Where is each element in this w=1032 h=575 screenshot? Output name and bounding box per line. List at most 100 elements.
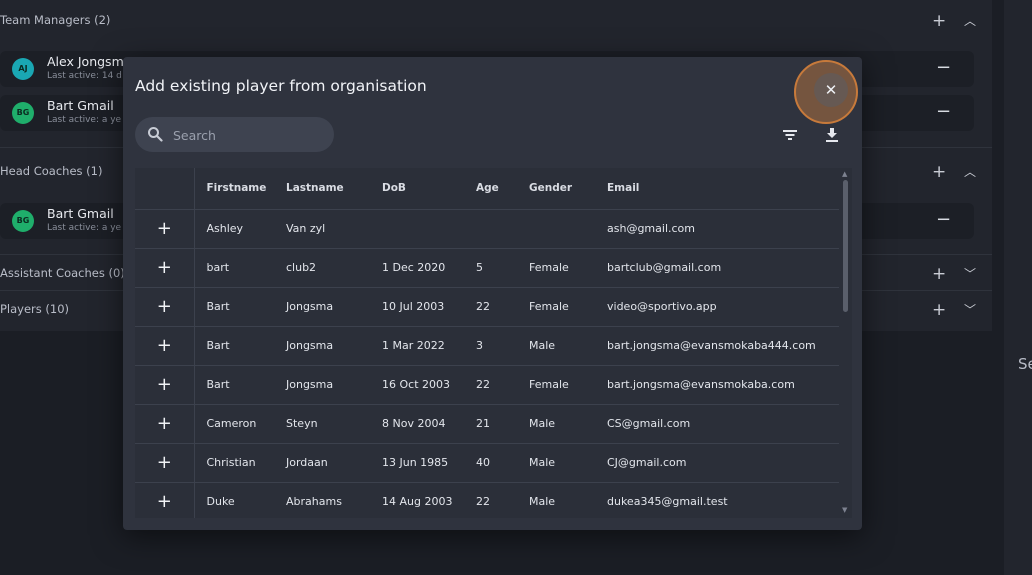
cell-firstname: bart <box>194 248 286 288</box>
table-row: + Ashley Van zyl ash@gmail.com <box>135 209 839 249</box>
cell-dob: 14 Aug 2003 <box>382 482 476 518</box>
cell-firstname: Bart <box>194 326 286 366</box>
scroll-down-icon[interactable]: ▼ <box>842 506 847 514</box>
table-header-row: Firstname Lastname DoB Age Gender Email <box>135 168 839 210</box>
remove-member-button[interactable]: − <box>936 56 952 80</box>
cell-dob: 1 Mar 2022 <box>382 326 476 366</box>
scroll-up-icon[interactable]: ▲ <box>842 170 847 178</box>
cell-gender: Female <box>529 248 607 288</box>
cell-dob: 8 Nov 2004 <box>382 404 476 444</box>
add-player-button[interactable]: + <box>932 298 946 322</box>
cell-age: 22 <box>476 287 529 327</box>
cell-firstname: Bart <box>194 287 286 327</box>
cell-lastname: Steyn <box>286 404 382 444</box>
member-last-active: Last active: a ye <box>47 223 122 233</box>
add-team-manager-button[interactable]: + <box>932 9 946 33</box>
close-button[interactable]: ✕ <box>814 73 848 107</box>
close-icon: ✕ <box>824 81 838 99</box>
section-title: Team Managers (2) <box>0 13 111 27</box>
right-panel-text: Se <box>1018 355 1032 373</box>
cell-dob: 16 Oct 2003 <box>382 365 476 405</box>
cell-age: 3 <box>476 326 529 366</box>
cell-lastname: Jongsma <box>286 287 382 327</box>
chevron-up-icon[interactable]: ︿ <box>964 9 978 33</box>
member-last-active: Last active: a ye <box>47 115 122 125</box>
table-row: + Bart Jongsma 16 Oct 2003 22 Female bar… <box>135 365 839 405</box>
column-header-email[interactable]: Email <box>607 168 839 210</box>
section-title: Assistant Coaches (0) <box>0 266 125 280</box>
add-player-row-button[interactable]: + <box>135 365 195 405</box>
add-player-row-button[interactable]: + <box>135 443 195 483</box>
cell-age: 40 <box>476 443 529 483</box>
section-team-managers: Team Managers (2) + ︿ <box>0 9 992 33</box>
member-last-active: Last active: 14 d <box>47 71 122 81</box>
cell-lastname: club2 <box>286 248 382 288</box>
avatar: AJ <box>12 58 34 80</box>
cell-firstname: Ashley <box>194 209 286 249</box>
cell-firstname: Bart <box>194 365 286 405</box>
add-assistant-coach-button[interactable]: + <box>932 262 946 286</box>
remove-member-button[interactable]: − <box>936 100 952 124</box>
cell-email: dukea345@gmail.test <box>607 482 839 518</box>
download-icon[interactable] <box>824 127 840 143</box>
chevron-down-icon[interactable]: ﹀ <box>964 298 978 322</box>
cell-email: bart.jongsma@evansmokaba444.com <box>607 326 839 366</box>
cell-dob: 1 Dec 2020 <box>382 248 476 288</box>
add-player-row-button[interactable]: + <box>135 248 195 288</box>
add-player-row-button[interactable]: + <box>135 209 195 249</box>
chevron-down-icon[interactable]: ﹀ <box>964 262 978 286</box>
add-column-header <box>135 168 195 210</box>
column-header-lastname[interactable]: Lastname <box>286 168 382 210</box>
section-title: Players (10) <box>0 302 70 316</box>
cell-firstname: Duke <box>194 482 286 518</box>
column-header-age[interactable]: Age <box>476 168 529 210</box>
search-box[interactable] <box>135 117 334 152</box>
column-header-firstname[interactable]: Firstname <box>194 168 286 210</box>
add-player-modal: Add existing player from organisation ✕ … <box>123 57 862 530</box>
scrollbar-thumb[interactable] <box>843 180 848 312</box>
cell-dob: 13 Jun 1985 <box>382 443 476 483</box>
table-row: + Cameron Steyn 8 Nov 2004 21 Male CS@gm… <box>135 404 839 444</box>
cell-gender: Female <box>529 287 607 327</box>
search-input[interactable] <box>173 125 323 145</box>
cell-age: 21 <box>476 404 529 444</box>
table-row: + Duke Abrahams 14 Aug 2003 22 Male duke… <box>135 482 839 518</box>
cell-email: bart.jongsma@evansmokaba.com <box>607 365 839 405</box>
cell-gender <box>529 209 607 249</box>
table-row: + Bart Jongsma 1 Mar 2022 3 Male bart.jo… <box>135 326 839 366</box>
avatar: BG <box>12 210 34 232</box>
table-scrollbar[interactable]: ▲ ▼ <box>840 168 852 518</box>
cell-age <box>476 209 529 249</box>
add-player-row-button[interactable]: + <box>135 287 195 327</box>
cell-age: 22 <box>476 482 529 518</box>
cell-firstname: Cameron <box>194 404 286 444</box>
search-icon <box>148 127 163 142</box>
remove-member-button[interactable]: − <box>936 208 952 232</box>
cell-email: CJ@gmail.com <box>607 443 839 483</box>
member-name: Bart Gmail <box>47 98 114 113</box>
table-row: + Bart Jongsma 10 Jul 2003 22 Female vid… <box>135 287 839 327</box>
cell-email: bartclub@gmail.com <box>607 248 839 288</box>
column-header-gender[interactable]: Gender <box>529 168 607 210</box>
add-head-coach-button[interactable]: + <box>932 160 946 184</box>
cell-gender: Male <box>529 326 607 366</box>
right-side-panel <box>1004 0 1032 575</box>
cell-lastname: Jordaan <box>286 443 382 483</box>
member-name: Bart Gmail <box>47 206 114 221</box>
cell-gender: Male <box>529 404 607 444</box>
cell-firstname: Christian <box>194 443 286 483</box>
chevron-up-icon[interactable]: ︿ <box>964 160 978 184</box>
add-player-row-button[interactable]: + <box>135 326 195 366</box>
add-player-row-button[interactable]: + <box>135 482 195 518</box>
cell-dob <box>382 209 476 249</box>
avatar: BG <box>12 102 34 124</box>
cell-email: CS@gmail.com <box>607 404 839 444</box>
add-player-row-button[interactable]: + <box>135 404 195 444</box>
filter-icon[interactable] <box>782 127 798 143</box>
member-name: Alex Jongsm <box>47 54 124 69</box>
cell-lastname: Van zyl <box>286 209 382 249</box>
column-header-dob[interactable]: DoB <box>382 168 476 210</box>
cell-dob: 10 Jul 2003 <box>382 287 476 327</box>
cell-lastname: Abrahams <box>286 482 382 518</box>
players-table: Firstname Lastname DoB Age Gender Email … <box>135 168 852 518</box>
